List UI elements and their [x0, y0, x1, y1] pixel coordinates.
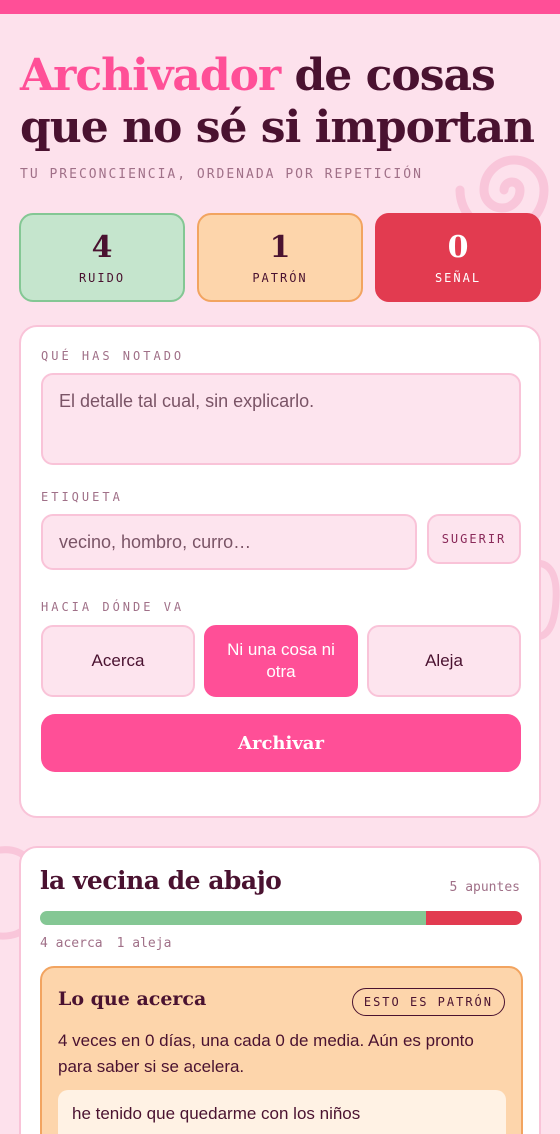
legend-acerca: 4 acerca	[40, 936, 103, 951]
stat-senal[interactable]: 0 SEÑAL	[375, 213, 541, 302]
direction-neither-button[interactable]: Ni una cosa ni otra	[204, 625, 358, 697]
direction-ratio-bar	[40, 911, 522, 925]
page-title: Archivador de cosas que no sé si importa…	[20, 50, 550, 154]
stat-patron[interactable]: 1 PATRÓN	[197, 213, 363, 302]
page-subtitle: TU PRECONCIENCIA, ORDENADA POR REPETICIÓ…	[20, 167, 423, 182]
entry-count: 5 apuntes	[449, 880, 520, 895]
stat-ruido-label: RUIDO	[78, 271, 126, 285]
stat-ruido[interactable]: 4 RUIDO	[19, 213, 185, 302]
ratio-acerca-segment	[40, 911, 426, 925]
pattern-panel: Lo que acerca ESTO ES PATRÓN 4 veces en …	[40, 966, 523, 1134]
direction-acerca-button[interactable]: Acerca	[41, 625, 195, 697]
tag-input[interactable]	[41, 514, 417, 570]
tag-label: ETIQUETA	[41, 490, 123, 504]
stat-patron-label: PATRÓN	[252, 271, 308, 285]
ratio-legend: 4 acerca 1 aleja	[40, 936, 171, 951]
stat-ruido-value: 4	[91, 230, 113, 265]
pattern-description: 4 veces en 0 días, una cada 0 de media. …	[58, 1031, 474, 1076]
direction-aleja-button[interactable]: Aleja	[367, 625, 521, 697]
noticed-label: QUÉ HAS NOTADO	[41, 349, 185, 363]
suggest-button[interactable]: SUGERIR	[427, 514, 521, 564]
stat-senal-value: 0	[447, 230, 469, 265]
ratio-aleja-segment	[425, 911, 522, 925]
archive-button[interactable]: Archivar	[41, 714, 521, 772]
title-accent: Archivador	[20, 50, 281, 101]
stat-patron-value: 1	[269, 230, 291, 265]
entry-card: la vecina de abajo 5 apuntes 4 acerca 1 a…	[19, 846, 541, 1134]
pattern-title: Lo que acerca	[58, 988, 207, 1010]
noticed-textarea[interactable]	[41, 373, 521, 465]
top-accent-bar	[0, 0, 560, 14]
legend-aleja: 1 aleja	[116, 936, 172, 951]
pattern-badge: ESTO ES PATRÓN	[351, 988, 505, 1016]
stat-senal-label: SEÑAL	[434, 271, 482, 285]
new-note-form: QUÉ HAS NOTADO ETIQUETA SUGERIR HACIA DÓ…	[19, 325, 541, 818]
note-item[interactable]: he tenido que quedarme con los niños	[58, 1090, 506, 1134]
direction-label: HACIA DÓNDE VA	[41, 600, 185, 614]
entry-title: la vecina de abajo	[40, 866, 282, 895]
